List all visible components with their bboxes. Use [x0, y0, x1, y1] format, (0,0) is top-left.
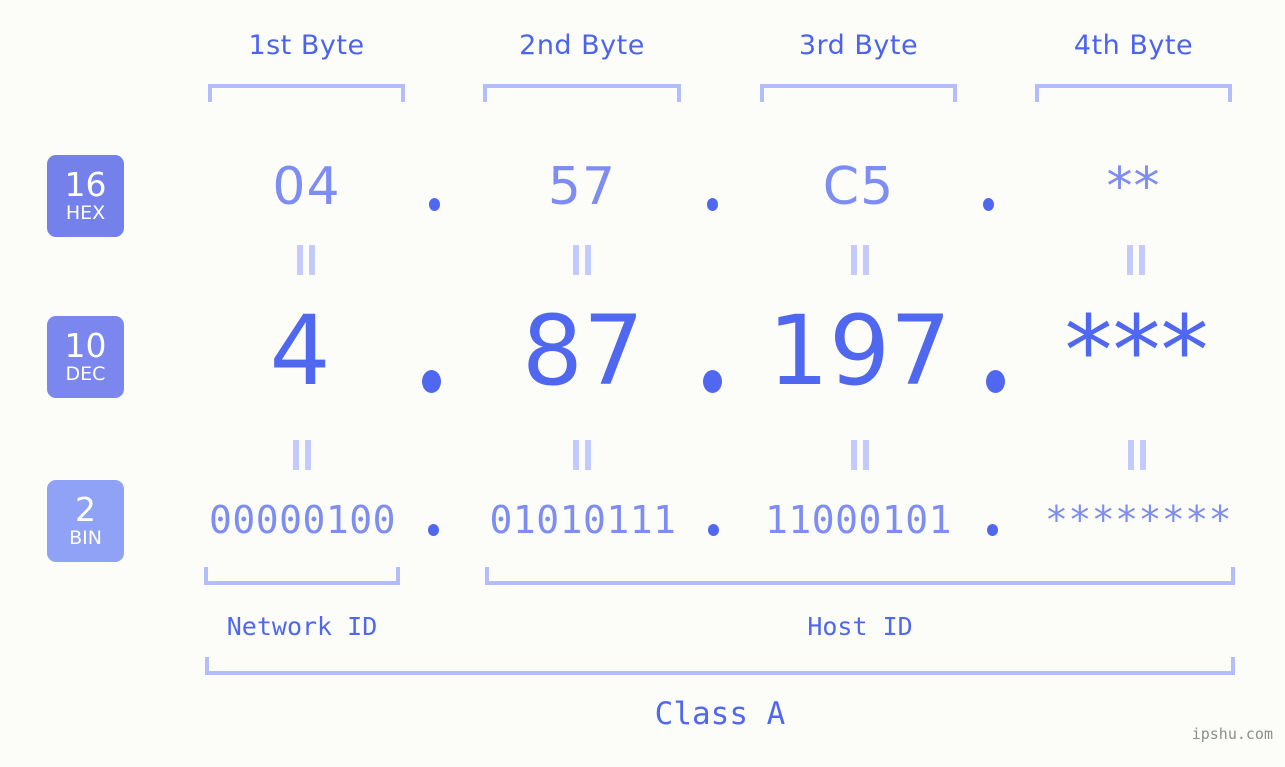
class-bracket: [205, 657, 1235, 675]
network-id-bracket: [204, 567, 400, 585]
bin-octet-2: 01010111: [489, 498, 677, 542]
byte-bracket-2: [483, 84, 681, 102]
dec-octet-1: 4: [269, 295, 331, 407]
byte-bracket-1: [208, 84, 405, 102]
hex-octet-4: **: [1106, 157, 1161, 217]
dec-octet-3: 197: [767, 295, 952, 407]
bin-separator-dot-1: [428, 524, 439, 536]
byte-bracket-3: [760, 84, 957, 102]
byte-header-2: 2nd Byte: [519, 30, 645, 61]
ip-address-breakdown-diagram: 1st Byte 2nd Byte 3rd Byte 4th Byte 16 H…: [0, 0, 1285, 767]
host-id-label: Host ID: [807, 612, 913, 641]
hex-octet-1: 04: [272, 157, 341, 217]
byte-header-1: 1st Byte: [248, 30, 365, 61]
hex-separator-dot-2: [707, 198, 718, 211]
byte-header-4: 4th Byte: [1073, 30, 1194, 61]
equals-mark-hex-dec-2: [571, 245, 593, 275]
equals-mark-hex-dec-3: [849, 245, 871, 275]
equals-mark-dec-bin-3: [849, 440, 871, 470]
byte-header-3: 3rd Byte: [798, 30, 919, 61]
hex-separator-dot-1: [429, 198, 440, 211]
network-id-label: Network ID: [226, 612, 378, 641]
dec-separator-dot-1: [422, 370, 441, 393]
bin-separator-dot-2: [708, 524, 719, 536]
hex-separator-dot-3: [983, 198, 994, 211]
site-watermark: ipshu.com: [1191, 725, 1273, 743]
class-label: Class A: [654, 696, 786, 732]
bin-row: 00000100 01010111 11000101 ********: [0, 492, 1285, 548]
dec-octet-2: 87: [521, 295, 645, 407]
equals-mark-hex-dec-4: [1125, 245, 1147, 275]
dec-separator-dot-3: [986, 370, 1005, 393]
dec-octet-4: ***: [1064, 295, 1209, 407]
bin-octet-4: ********: [1044, 498, 1233, 542]
dec-row: 4 87 197 ***: [0, 292, 1285, 412]
hex-row: 04 57 C5 **: [0, 155, 1285, 230]
hex-octet-3: C5: [822, 157, 895, 217]
equals-mark-hex-dec-1: [295, 245, 317, 275]
dec-separator-dot-2: [703, 370, 722, 393]
hex-octet-2: 57: [547, 157, 617, 217]
host-id-bracket: [485, 567, 1235, 585]
equals-mark-dec-bin-4: [1126, 440, 1148, 470]
bin-separator-dot-3: [987, 524, 998, 536]
bin-octet-3: 11000101: [764, 498, 953, 542]
bin-octet-1: 00000100: [208, 498, 397, 542]
equals-mark-dec-bin-1: [291, 440, 313, 470]
equals-mark-dec-bin-2: [571, 440, 593, 470]
byte-bracket-4: [1035, 84, 1232, 102]
